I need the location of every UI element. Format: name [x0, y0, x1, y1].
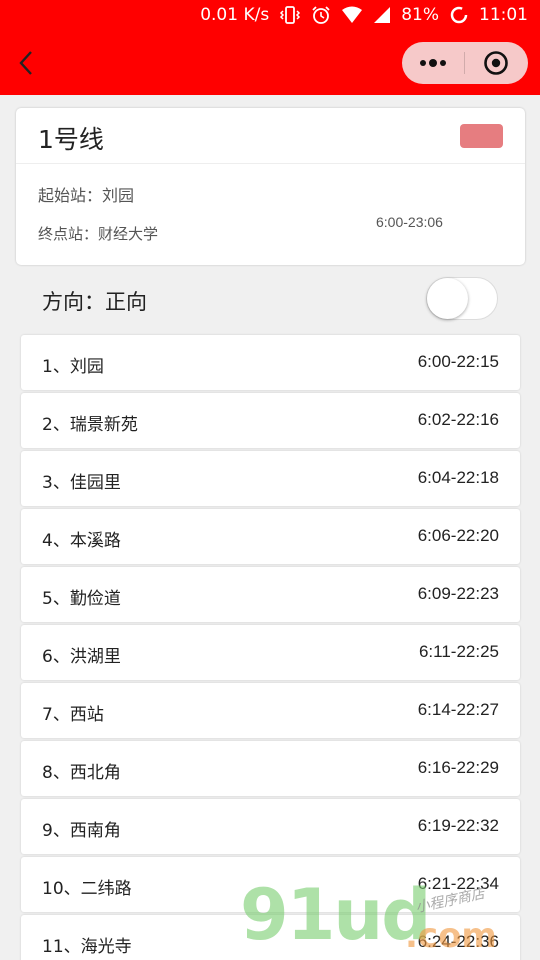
station-name: 3、佳园里	[42, 473, 121, 493]
nav-bar	[0, 34, 540, 95]
line-color-swatch	[460, 124, 503, 148]
station-row[interactable]: 1、刘园 6:00-22:15	[21, 335, 520, 390]
status-right: 0.01 K/s 81% 11:01	[200, 5, 528, 25]
station-name: 7、西站	[42, 705, 104, 725]
station-time: 6:00-22:15	[417, 352, 499, 371]
station-row[interactable]: 5、勤俭道 6:09-22:23	[21, 567, 520, 622]
station-name: 8、西北角	[42, 763, 121, 783]
station-name: 6、洪湖里	[42, 647, 121, 667]
station-name: 4、本溪路	[42, 531, 121, 551]
back-button[interactable]	[12, 48, 40, 78]
toggle-knob	[427, 278, 468, 319]
alarm-icon	[311, 5, 331, 25]
station-name: 1、刘园	[42, 357, 104, 377]
station-row[interactable]: 6、洪湖里 6:11-22:25	[21, 625, 520, 680]
station-row[interactable]: 2、瑞景新苑 6:02-22:16	[21, 393, 520, 448]
station-name: 5、勤俭道	[42, 589, 121, 609]
station-row[interactable]: 7、西站 6:14-22:27	[21, 683, 520, 738]
header-bar: 0.01 K/s 81% 11:01	[0, 0, 540, 95]
station-name: 2、瑞景新苑	[42, 415, 138, 435]
station-row[interactable]: 3、佳园里 6:04-22:18	[21, 451, 520, 506]
station-row[interactable]: 9、西南角 6:19-22:32	[21, 799, 520, 854]
loading-ring-icon	[449, 5, 469, 25]
line-name: 1号线	[38, 125, 104, 154]
station-name: 10、二纬路	[42, 879, 132, 899]
station-time: 6:04-22:18	[417, 468, 499, 487]
station-time: 6:24-22:36	[417, 932, 499, 951]
station-name: 11、海光寺	[42, 937, 132, 957]
station-row[interactable]: 10、二纬路 6:21-22:34	[21, 857, 520, 912]
network-speed: 0.01 K/s	[200, 5, 270, 25]
station-time: 6:14-22:27	[417, 700, 499, 719]
station-time: 6:02-22:16	[417, 410, 499, 429]
wifi-icon	[341, 6, 363, 24]
station-row[interactable]: 4、本溪路 6:06-22:20	[21, 509, 520, 564]
station-list: 1、刘园 6:00-22:15 2、瑞景新苑 6:02-22:16 3、佳园里 6:04-…	[21, 335, 520, 960]
vibrate-icon	[279, 5, 301, 25]
station-time: 6:16-22:29	[417, 758, 499, 777]
close-button[interactable]	[465, 42, 527, 84]
station-row[interactable]: 11、海光寺 6:24-22:36	[21, 915, 520, 960]
station-time: 6:09-22:23	[417, 584, 499, 603]
more-button[interactable]	[402, 42, 464, 84]
end-station: 终点站：财经大学	[38, 225, 159, 243]
direction-toggle[interactable]	[426, 277, 498, 320]
direction-label: 方向：正向	[42, 290, 147, 314]
station-time: 6:11-22:25	[418, 642, 499, 661]
battery-percent: 81%	[401, 5, 439, 25]
chevron-left-icon	[19, 51, 32, 75]
line-hours: 6:00-23:06	[376, 214, 443, 230]
start-station: 起始站：刘园	[38, 186, 135, 205]
status-bar: 0.01 K/s 81% 11:01	[0, 0, 540, 34]
signal-icon	[373, 6, 391, 24]
target-close-icon	[484, 51, 508, 75]
more-dots-icon	[420, 59, 446, 67]
station-time: 6:19-22:32	[417, 816, 499, 835]
card-divider	[16, 163, 525, 164]
mini-program-capsule	[402, 42, 528, 84]
station-time: 6:21-22:34	[417, 874, 499, 893]
station-name: 9、西南角	[42, 821, 121, 841]
station-time: 6:06-22:20	[417, 526, 499, 545]
line-info-card: 1号线 起始站：刘园 终点站：财经大学 6:00-23:06	[16, 108, 525, 265]
station-row[interactable]: 8、西北角 6:16-22:29	[21, 741, 520, 796]
clock-time: 11:01	[479, 5, 528, 25]
